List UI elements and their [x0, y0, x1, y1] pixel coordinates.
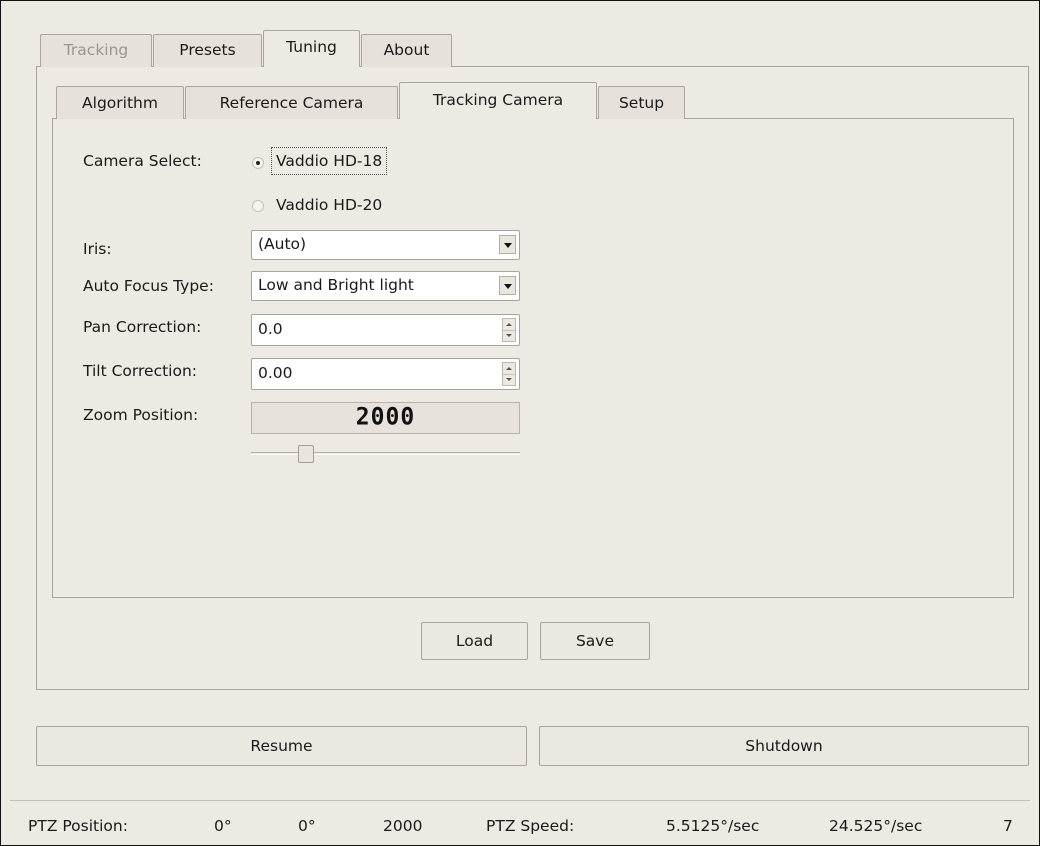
- iris-label: Iris:: [83, 240, 112, 258]
- chevron-down-icon[interactable]: [499, 276, 516, 295]
- tab-tuning[interactable]: Tuning: [263, 30, 360, 67]
- ptz-pan-speed-value: 5.5125°/sec: [666, 817, 760, 835]
- radio-vaddio-hd18[interactable]: [252, 157, 264, 169]
- tab-about-label: About: [383, 41, 430, 59]
- ptz-zoom-speed-value: 7: [1003, 817, 1013, 835]
- ptz-pan-value: 0°: [214, 817, 232, 835]
- radio-vaddio-hd20[interactable]: [252, 200, 264, 212]
- tilt-correction-label: Tilt Correction:: [83, 362, 198, 380]
- ptz-position-label: PTZ Position:: [28, 817, 128, 835]
- tab-reference-camera[interactable]: Reference Camera: [185, 86, 398, 119]
- resume-button-label: Resume: [250, 737, 313, 755]
- ptz-tilt-value: 0°: [298, 817, 316, 835]
- save-button-label: Save: [575, 632, 615, 650]
- auto-focus-type-value: Low and Bright light: [258, 276, 414, 294]
- tab-setup[interactable]: Setup: [598, 86, 685, 119]
- sub-tab-panel: [52, 118, 1014, 598]
- zoom-position-label: Zoom Position:: [83, 406, 199, 424]
- shutdown-button-label: Shutdown: [745, 737, 823, 755]
- tab-algorithm[interactable]: Algorithm: [56, 86, 184, 119]
- save-button[interactable]: Save: [540, 622, 650, 660]
- tilt-correction-stepper: [502, 362, 516, 386]
- zoom-slider-handle[interactable]: [298, 445, 314, 463]
- iris-combo[interactable]: (Auto): [251, 230, 520, 260]
- zoom-lcd-value: 2000: [355, 403, 416, 431]
- tilt-correction-value: 0.00: [258, 364, 293, 382]
- ptz-zoom-value: 2000: [383, 817, 423, 835]
- zoom-slider-groove: [251, 452, 520, 455]
- auto-focus-type-combo[interactable]: Low and Bright light: [251, 271, 520, 301]
- load-button[interactable]: Load: [421, 622, 528, 660]
- radio-vaddio-hd18-label[interactable]: Vaddio HD-18: [271, 147, 388, 175]
- pan-correction-value: 0.0: [258, 320, 283, 338]
- tilt-correction-spinbox[interactable]: 0.00: [251, 358, 520, 390]
- tab-tracking-label: Tracking: [63, 41, 129, 59]
- pan-correction-spinbox[interactable]: 0.0: [251, 314, 520, 346]
- ptz-tilt-speed-value: 24.525°/sec: [829, 817, 923, 835]
- tab-algorithm-label: Algorithm: [82, 94, 158, 112]
- tab-setup-label: Setup: [618, 94, 665, 112]
- auto-focus-type-label: Auto Focus Type:: [83, 277, 214, 295]
- spin-down-icon[interactable]: [503, 374, 515, 386]
- spin-up-icon[interactable]: [503, 363, 515, 374]
- tab-tracking[interactable]: Tracking: [40, 34, 152, 67]
- tab-tuning-label: Tuning: [286, 38, 337, 56]
- tab-presets[interactable]: Presets: [153, 34, 262, 67]
- tab-presets-label: Presets: [179, 41, 236, 59]
- tab-about[interactable]: About: [361, 34, 452, 67]
- tab-tracking-camera[interactable]: Tracking Camera: [399, 82, 597, 119]
- zoom-slider[interactable]: [251, 442, 520, 466]
- load-button-label: Load: [455, 632, 494, 650]
- radio-vaddio-hd20-label[interactable]: Vaddio HD-20: [276, 196, 382, 214]
- tab-tracking-camera-label: Tracking Camera: [432, 91, 564, 109]
- camera-select-label: Camera Select:: [83, 152, 202, 170]
- shutdown-button[interactable]: Shutdown: [539, 726, 1029, 766]
- pan-correction-stepper: [502, 318, 516, 342]
- tab-reference-camera-label: Reference Camera: [219, 94, 364, 112]
- ptz-speed-label: PTZ Speed:: [486, 817, 575, 835]
- spin-up-icon[interactable]: [503, 319, 515, 330]
- spin-down-icon[interactable]: [503, 330, 515, 342]
- iris-value: (Auto): [258, 235, 307, 253]
- resume-button[interactable]: Resume: [36, 726, 527, 766]
- zoom-lcd-display: 2000: [251, 402, 520, 434]
- pan-correction-label: Pan Correction:: [83, 318, 202, 336]
- chevron-down-icon[interactable]: [499, 235, 516, 254]
